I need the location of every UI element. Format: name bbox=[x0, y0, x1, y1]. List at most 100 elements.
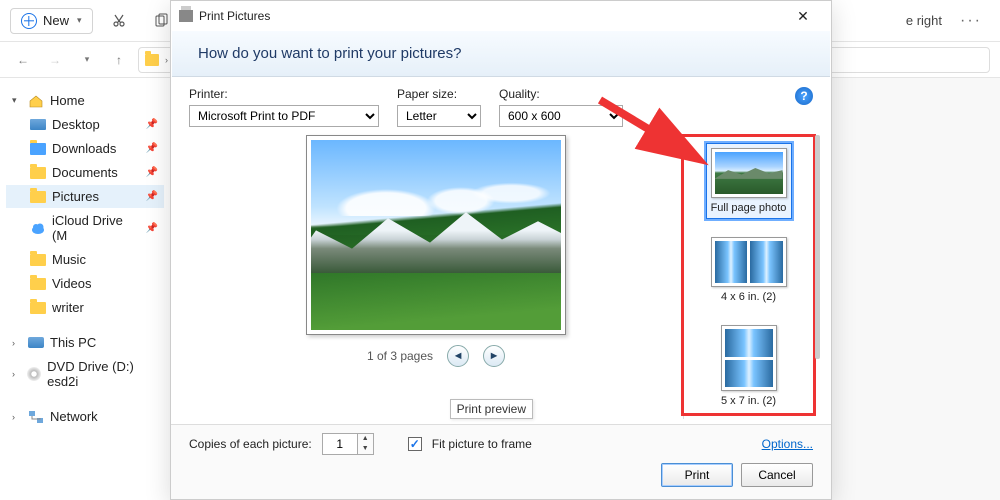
spinner-down[interactable]: ▼ bbox=[358, 444, 373, 454]
disc-icon bbox=[27, 367, 41, 381]
sidebar-label: Documents bbox=[52, 165, 118, 180]
scissors-icon bbox=[111, 13, 127, 29]
more-button[interactable]: ··· bbox=[952, 8, 990, 34]
plus-icon bbox=[21, 13, 37, 29]
back-button[interactable]: ← bbox=[10, 47, 36, 73]
forward-button[interactable]: → bbox=[42, 47, 68, 73]
sidebar-item-icloud[interactable]: iCloud Drive (M 📌 bbox=[6, 209, 164, 247]
dialog-bottom-bar: Copies of each picture: ▲▼ Fit picture t… bbox=[171, 424, 831, 499]
sidebar-this-pc[interactable]: ›This PC bbox=[6, 331, 164, 354]
sidebar-label: Network bbox=[50, 409, 98, 424]
printer-icon bbox=[179, 10, 193, 22]
sidebar-label: Videos bbox=[52, 276, 92, 291]
quality-select[interactable]: 600 x 600 bbox=[499, 105, 623, 127]
sidebar-item-desktop[interactable]: Desktop 📌 bbox=[6, 113, 164, 136]
sidebar-home-label: Home bbox=[50, 93, 85, 108]
sidebar-label: DVD Drive (D:) esd2i bbox=[47, 359, 158, 389]
pc-icon bbox=[28, 337, 44, 348]
sidebar-network[interactable]: ›Network bbox=[6, 405, 164, 428]
layout-full-page[interactable]: Full page photo bbox=[706, 143, 792, 219]
copies-spinner[interactable]: ▲▼ bbox=[322, 433, 374, 455]
sidebar-item-writer[interactable]: writer bbox=[6, 296, 164, 319]
network-icon bbox=[28, 410, 44, 424]
copies-label: Copies of each picture: bbox=[189, 437, 312, 451]
sidebar-item-music[interactable]: Music bbox=[6, 248, 164, 271]
sidebar-label: writer bbox=[52, 300, 84, 315]
dialog-heading: How do you want to print your pictures? bbox=[172, 31, 830, 77]
pin-icon: 📌 bbox=[146, 223, 158, 234]
copy-icon bbox=[153, 13, 169, 29]
chevron: › bbox=[165, 55, 168, 65]
pin-icon: 📌 bbox=[146, 119, 158, 130]
paper-size-label: Paper size: bbox=[397, 87, 481, 101]
print-pictures-dialog: Print Pictures ✕ How do you want to prin… bbox=[170, 0, 832, 500]
home-icon bbox=[28, 94, 44, 108]
chevron-down-icon: ▾ bbox=[77, 15, 82, 26]
folder-icon bbox=[30, 254, 46, 266]
layout-thumbnail bbox=[721, 325, 777, 391]
sidebar-item-documents[interactable]: Documents 📌 bbox=[6, 161, 164, 184]
folder-icon bbox=[30, 278, 46, 290]
sidebar-dvd[interactable]: ›DVD Drive (D:) esd2i bbox=[6, 355, 164, 393]
layout-templates-column: Full page photo 4 x 6 in. (2) 5 x 7 in. … bbox=[683, 135, 813, 419]
scrollbar[interactable] bbox=[815, 135, 820, 359]
pin-icon: 📌 bbox=[146, 143, 158, 154]
close-button[interactable]: ✕ bbox=[783, 8, 823, 25]
sidebar-label: This PC bbox=[50, 335, 96, 350]
desktop-icon bbox=[30, 119, 46, 130]
layout-4x6[interactable]: 4 x 6 in. (2) bbox=[707, 233, 791, 307]
next-page-button[interactable]: ► bbox=[483, 345, 505, 367]
new-button[interactable]: New ▾ bbox=[10, 8, 93, 34]
print-preview-column: 1 of 3 pages ◄ ► Print preview bbox=[189, 135, 683, 419]
up-button[interactable]: ↑ bbox=[106, 47, 132, 73]
spinner-up[interactable]: ▲ bbox=[358, 434, 373, 444]
sidebar-label: Desktop bbox=[52, 117, 100, 132]
prev-page-button[interactable]: ◄ bbox=[447, 345, 469, 367]
pager-text: 1 of 3 pages bbox=[367, 349, 433, 363]
sidebar-item-pictures[interactable]: Pictures📌 bbox=[6, 185, 164, 208]
folder-icon bbox=[30, 302, 46, 314]
cancel-button[interactable]: Cancel bbox=[741, 463, 813, 487]
printer-label: Printer: bbox=[189, 87, 379, 101]
sidebar-label: iCloud Drive (M bbox=[52, 213, 140, 243]
pin-icon: 📌 bbox=[146, 167, 158, 178]
fit-label: Fit picture to frame bbox=[432, 437, 532, 451]
new-button-label: New bbox=[43, 13, 69, 28]
help-icon[interactable]: ? bbox=[795, 87, 813, 105]
sidebar-item-downloads[interactable]: Downloads 📌 bbox=[6, 137, 164, 160]
layout-label: Full page photo bbox=[711, 202, 787, 214]
layout-thumbnail bbox=[711, 237, 787, 287]
print-preview-tooltip: Print preview bbox=[450, 399, 533, 419]
sidebar-label: Music bbox=[52, 252, 86, 267]
explorer-sidebar: ▾ Home Desktop 📌 Downloads 📌 Documents 📌 Pi… bbox=[0, 78, 170, 500]
dialog-title: Print Pictures bbox=[199, 9, 270, 23]
printer-select[interactable]: Microsoft Print to PDF bbox=[189, 105, 379, 127]
print-button[interactable]: Print bbox=[661, 463, 733, 487]
print-settings-row: Printer: Microsoft Print to PDF Paper si… bbox=[189, 87, 813, 127]
pin-icon: 📌 bbox=[146, 191, 158, 202]
options-link[interactable]: Options... bbox=[762, 437, 813, 451]
folder-icon bbox=[30, 167, 46, 179]
sidebar-label: Downloads bbox=[52, 141, 116, 156]
toolbar-right-fragment: e right bbox=[906, 13, 942, 28]
folder-icon bbox=[30, 143, 46, 155]
fit-checkbox[interactable] bbox=[408, 437, 422, 451]
paper-size-select[interactable]: Letter bbox=[397, 105, 481, 127]
sidebar-item-videos[interactable]: Videos bbox=[6, 272, 164, 295]
page-preview bbox=[306, 135, 566, 335]
cut-button[interactable] bbox=[103, 5, 135, 37]
sidebar-home[interactable]: ▾ Home bbox=[6, 89, 164, 112]
dialog-titlebar[interactable]: Print Pictures ✕ bbox=[171, 1, 831, 31]
recent-dropdown[interactable]: ▾ bbox=[74, 47, 100, 73]
quality-label: Quality: bbox=[499, 87, 623, 101]
copies-input[interactable] bbox=[323, 434, 357, 454]
layout-label: 4 x 6 in. (2) bbox=[721, 291, 776, 303]
cloud-icon bbox=[30, 221, 46, 235]
folder-icon bbox=[30, 191, 46, 203]
layout-thumbnail bbox=[711, 148, 787, 198]
preview-image bbox=[311, 140, 561, 330]
folder-icon bbox=[145, 54, 159, 66]
layout-label: 5 x 7 in. (2) bbox=[721, 395, 776, 407]
layout-5x7[interactable]: 5 x 7 in. (2) bbox=[717, 321, 781, 411]
pager: 1 of 3 pages ◄ ► bbox=[367, 345, 505, 367]
